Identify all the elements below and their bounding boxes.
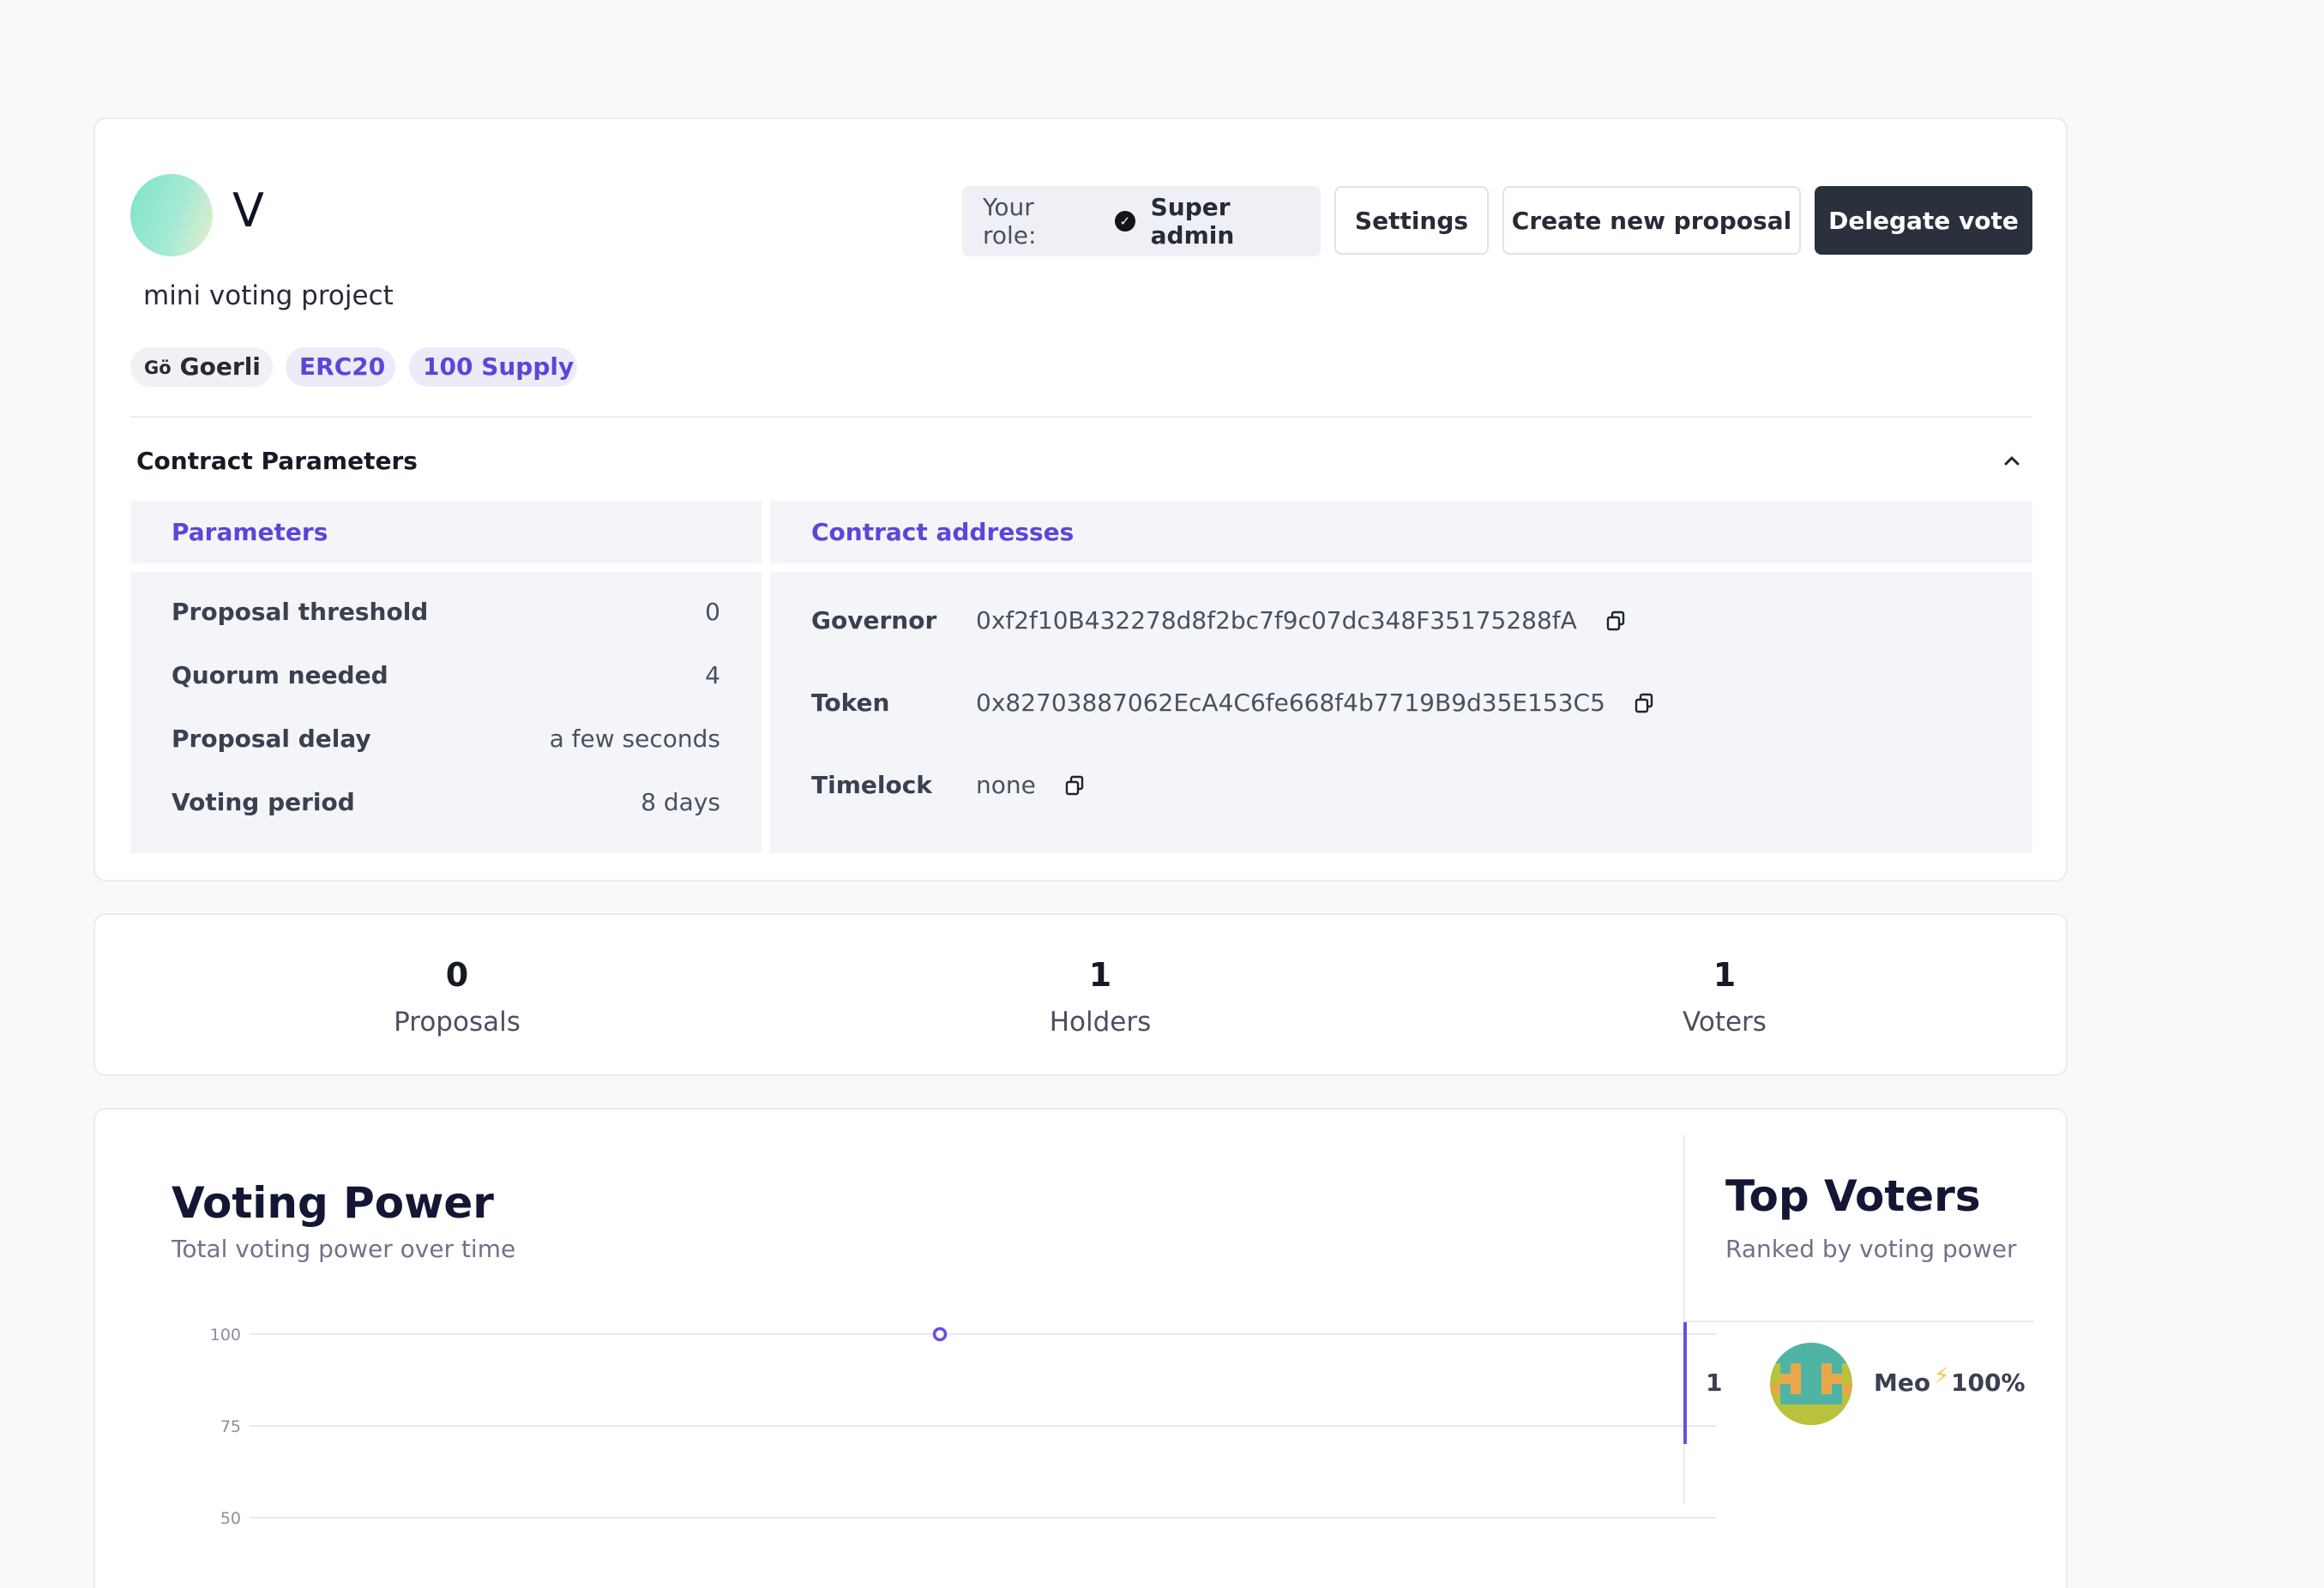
top-voters-subtitle: Ranked by voting power xyxy=(1725,1235,2017,1263)
addresses-header: Contract addresses xyxy=(770,501,2032,563)
stat-label: Voters xyxy=(1683,1007,1767,1038)
voter-rank: 1 xyxy=(1706,1368,1723,1397)
top-voters-title: Top Voters xyxy=(1725,1171,1981,1221)
voter-percent: 100% xyxy=(1951,1368,2026,1397)
parameter-label: Proposal threshold xyxy=(172,598,429,626)
copy-icon[interactable] xyxy=(1633,692,1655,714)
stat-label: Holders xyxy=(1049,1007,1152,1038)
data-point[interactable] xyxy=(932,1326,948,1342)
network-tag: Gö Goerli xyxy=(130,347,273,387)
y-tick-label: 75 xyxy=(220,1417,241,1436)
address-row: Timelock none xyxy=(811,771,1086,799)
parameters-header: Parameters xyxy=(130,501,762,563)
chevron-up-icon[interactable] xyxy=(1999,448,2025,473)
stat-value: 0 xyxy=(445,956,469,994)
standard-tag: ERC20 xyxy=(286,347,395,387)
parameter-value: 0 xyxy=(705,598,720,626)
y-tick-label: 50 xyxy=(220,1509,241,1528)
y-tick-label: 100 xyxy=(210,1326,241,1344)
parameters-panel: Proposal threshold 0 Quorum needed 4 Pro… xyxy=(130,572,762,853)
settings-button[interactable]: Settings xyxy=(1334,186,1489,255)
addresses-panel: Governor 0xf2f10B432278d8f2bc7f9c07dc348… xyxy=(770,572,2032,853)
stat-label: Proposals xyxy=(394,1007,521,1038)
parameter-label: Quorum needed xyxy=(172,661,388,689)
voting-power-subtitle: Total voting power over time xyxy=(172,1235,516,1263)
parameter-row: Proposal threshold 0 xyxy=(172,598,720,626)
voting-power-chart: 100 75 50 xyxy=(210,1326,1716,1528)
address-value: none xyxy=(976,771,1036,799)
address-label: Token xyxy=(811,689,890,717)
address-label: Governor xyxy=(811,606,937,635)
goerli-icon: Gö xyxy=(144,358,172,378)
parameter-value: 4 xyxy=(705,661,720,689)
dao-description: mini voting project xyxy=(143,280,394,311)
address-row: Token 0x82703887062EcA4C6fe668f4b7719B9d… xyxy=(811,689,1655,717)
address-row: Governor 0xf2f10B432278d8f2bc7f9c07dc348… xyxy=(811,606,1627,635)
parameter-row: Voting period 8 days xyxy=(172,788,720,816)
section-divider xyxy=(130,416,2032,418)
copy-icon[interactable] xyxy=(1063,774,1086,797)
supply-tag: 100 Supply xyxy=(409,347,577,387)
voting-power-card: Voting Power Total voting power over tim… xyxy=(93,1108,2068,1588)
check-circle-icon: ✓ xyxy=(1114,211,1135,232)
stat-value: 1 xyxy=(1088,956,1112,994)
delegate-vote-button[interactable]: Delegate vote xyxy=(1815,186,2032,255)
dao-overview-card: V mini voting project Gö Goerli ERC20 100… xyxy=(93,117,2068,881)
stat-voters: 1 Voters xyxy=(1553,959,1896,1038)
create-proposal-button[interactable]: Create new proposal xyxy=(1502,186,1801,255)
top-voter-row[interactable]: 1 Meo ⚡ 100% xyxy=(1683,1322,2034,1444)
voter-name: Meo xyxy=(1874,1368,1931,1397)
dao-avatar xyxy=(130,174,213,256)
address-value[interactable]: 0x82703887062EcA4C6fe668f4b7719B9d35E153… xyxy=(976,689,1605,717)
lightning-icon: ⚡ xyxy=(1934,1363,1950,1389)
role-value: Super admin xyxy=(1150,193,1235,250)
parameter-row: Quorum needed 4 xyxy=(172,661,720,689)
stat-value: 1 xyxy=(1713,956,1737,994)
parameter-row: Proposal delay a few seconds xyxy=(172,725,720,753)
copy-icon[interactable] xyxy=(1605,610,1627,632)
voting-power-title: Voting Power xyxy=(172,1178,494,1228)
parameter-label: Voting period xyxy=(172,788,355,816)
parameter-value: a few seconds xyxy=(549,725,720,753)
dao-name: V xyxy=(232,183,264,238)
role-label: Your role: xyxy=(983,193,1037,250)
contract-parameters-title: Contract Parameters xyxy=(136,447,418,475)
parameter-value: 8 days xyxy=(641,788,720,816)
voter-avatar xyxy=(1770,1343,1852,1425)
role-indicator: Your role: ✓ Super admin xyxy=(962,186,1321,256)
address-label: Timelock xyxy=(811,771,932,799)
stat-proposals: 0 Proposals xyxy=(286,959,629,1038)
address-value[interactable]: 0xf2f10B432278d8f2bc7f9c07dc348F35175288… xyxy=(976,606,1577,635)
network-label: Goerli xyxy=(179,352,261,381)
stat-holders: 1 Holders xyxy=(929,959,1272,1038)
parameter-label: Proposal delay xyxy=(172,725,371,753)
top-voters-separator xyxy=(1683,1135,1685,1504)
